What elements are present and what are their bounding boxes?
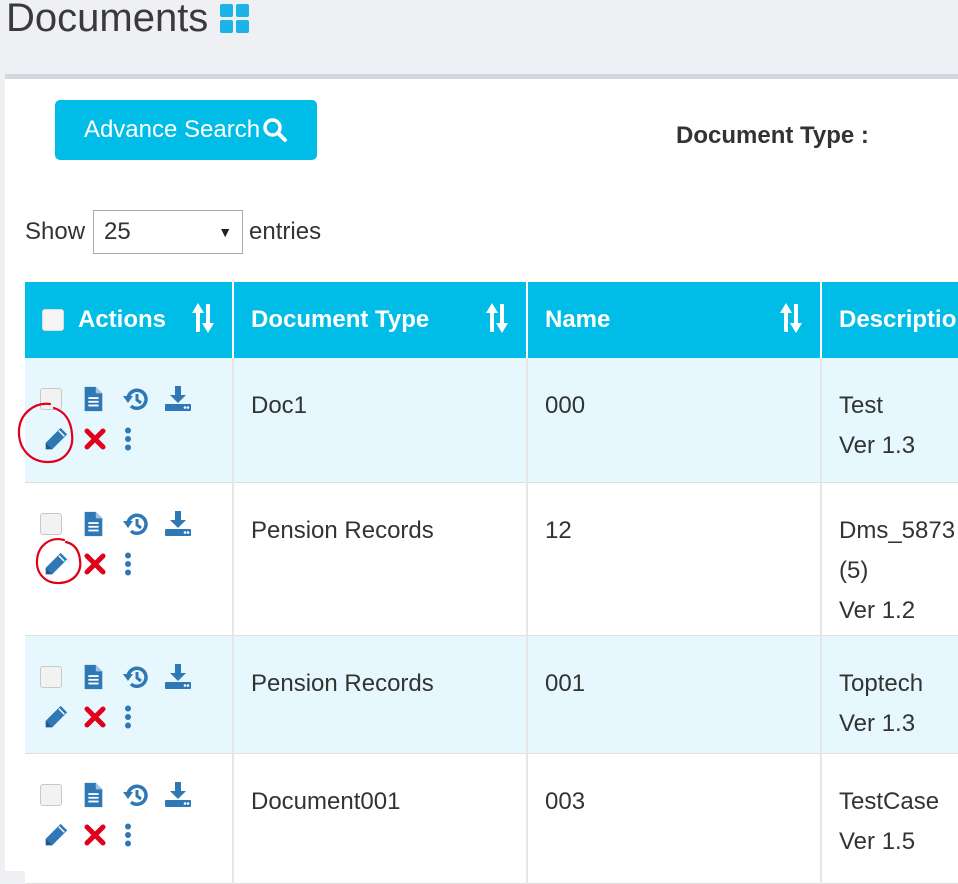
- column-header-label: Actions: [78, 306, 167, 334]
- sort-icon[interactable]: [776, 301, 806, 335]
- delete-x-icon[interactable]: [84, 822, 106, 848]
- history-icon[interactable]: [122, 782, 150, 808]
- description-line: Test: [839, 392, 884, 419]
- document-type-cell: Pension Records: [233, 635, 528, 754]
- advance-search-label: Advance Search: [83, 116, 261, 143]
- table-row[interactable]: Doc1 000 Test Ver 1.3: [25, 358, 958, 483]
- description-cell: Test Ver 1.3: [821, 358, 958, 483]
- column-header-label: Name: [545, 306, 611, 334]
- entries-label: entries: [249, 218, 322, 245]
- description-line: Dms_5873: [839, 516, 956, 544]
- row-actions-bottom: [40, 426, 231, 452]
- dashboard-grid-icon: [220, 3, 250, 34]
- download-icon[interactable]: [164, 663, 192, 690]
- delete-x-icon[interactable]: [84, 551, 106, 577]
- documents-panel: Advance Search Document Type : Show 25 ▼…: [5, 74, 958, 884]
- select-all-checkbox[interactable]: [42, 309, 64, 332]
- page-title-text: Documents: [6, 0, 209, 40]
- row-actions-cell: [25, 482, 234, 636]
- history-icon[interactable]: [122, 664, 150, 690]
- documents-table: Actions Document Type Name Descriptio Do…: [25, 282, 958, 884]
- history-icon[interactable]: [122, 386, 150, 412]
- delete-x-icon[interactable]: [84, 704, 106, 730]
- document-type-cell: Pension Records: [233, 482, 528, 636]
- version-line: Ver 1.3: [839, 709, 916, 737]
- entries-length-control: Show 25 ▼ entries: [25, 210, 321, 254]
- row-actions-top: [40, 510, 231, 537]
- edit-pencil-icon[interactable]: [42, 551, 70, 577]
- document-icon[interactable]: [80, 782, 106, 808]
- row-actions-top: [40, 663, 231, 690]
- row-actions-bottom: [40, 822, 231, 848]
- description-cell: Toptech Ver 1.3: [821, 635, 958, 754]
- sort-icon[interactable]: [482, 301, 512, 335]
- more-vertical-icon[interactable]: [124, 704, 132, 730]
- table-header-row: Actions Document Type Name Descriptio: [25, 282, 958, 358]
- document-type-filter-label: Document Type :: [676, 122, 869, 149]
- entries-select[interactable]: 25 ▼: [93, 210, 244, 254]
- name-cell: 12: [527, 482, 822, 636]
- sort-icon[interactable]: [188, 301, 218, 335]
- more-vertical-icon[interactable]: [124, 426, 132, 452]
- delete-x-icon[interactable]: [84, 426, 106, 452]
- row-actions-bottom: [40, 551, 231, 577]
- column-header-label: Document Type: [251, 306, 430, 334]
- document-type-cell: Document001: [233, 753, 528, 884]
- entries-select-value: 25: [104, 218, 131, 245]
- column-header-label: Descriptio: [839, 306, 957, 334]
- row-checkbox[interactable]: [40, 783, 62, 806]
- edit-pencil-icon[interactable]: [42, 822, 70, 848]
- document-icon[interactable]: [80, 664, 106, 690]
- row-actions-cell: [25, 753, 234, 884]
- page-title: Documents: [6, 0, 250, 41]
- column-header-name[interactable]: Name: [527, 282, 822, 358]
- description-line: Toptech: [839, 669, 924, 697]
- document-type-cell: Doc1: [233, 358, 528, 483]
- history-icon[interactable]: [122, 511, 150, 537]
- document-icon[interactable]: [80, 511, 106, 537]
- row-checkbox[interactable]: [40, 665, 62, 688]
- table-row[interactable]: Pension Records 12 Dms_5873 (5) Ver 1.2: [25, 482, 958, 636]
- show-label: Show: [25, 218, 86, 245]
- advance-search-button[interactable]: Advance Search: [55, 100, 317, 160]
- row-actions-top: [40, 386, 231, 412]
- description-line: (5): [839, 556, 869, 584]
- table-row[interactable]: Pension Records 001 Toptech Ver 1.3: [25, 635, 958, 754]
- document-icon[interactable]: [80, 386, 106, 412]
- edit-pencil-icon[interactable]: [42, 426, 70, 452]
- download-icon[interactable]: [164, 781, 192, 808]
- row-actions-bottom: [40, 704, 231, 730]
- row-checkbox[interactable]: [40, 512, 62, 535]
- more-vertical-icon[interactable]: [124, 822, 132, 848]
- table-row[interactable]: Document001 003 TestCase Ver 1.5: [25, 753, 958, 884]
- version-line: Ver 1.2: [839, 596, 916, 624]
- name-cell: 001: [527, 635, 822, 754]
- row-actions-top: [40, 781, 231, 808]
- download-icon[interactable]: [164, 386, 192, 412]
- version-line: Ver 1.5: [839, 827, 916, 855]
- more-vertical-icon[interactable]: [124, 551, 132, 577]
- row-checkbox[interactable]: [40, 388, 62, 410]
- column-header-document-type[interactable]: Document Type: [233, 282, 528, 358]
- row-actions-cell: [25, 635, 234, 754]
- description-line: TestCase: [839, 787, 940, 815]
- description-cell: TestCase Ver 1.5: [821, 753, 958, 884]
- column-header-actions[interactable]: Actions: [25, 282, 234, 358]
- caret-down-icon: ▼: [218, 224, 233, 240]
- description-cell: Dms_5873 (5) Ver 1.2: [821, 482, 958, 636]
- edit-pencil-icon[interactable]: [42, 704, 70, 730]
- search-icon: [263, 118, 288, 142]
- name-cell: 000: [527, 358, 822, 483]
- download-icon[interactable]: [164, 510, 192, 537]
- version-line: Ver 1.3: [839, 432, 916, 459]
- name-cell: 003: [527, 753, 822, 884]
- column-header-description[interactable]: Descriptio: [821, 282, 958, 358]
- row-actions-cell: [25, 358, 234, 483]
